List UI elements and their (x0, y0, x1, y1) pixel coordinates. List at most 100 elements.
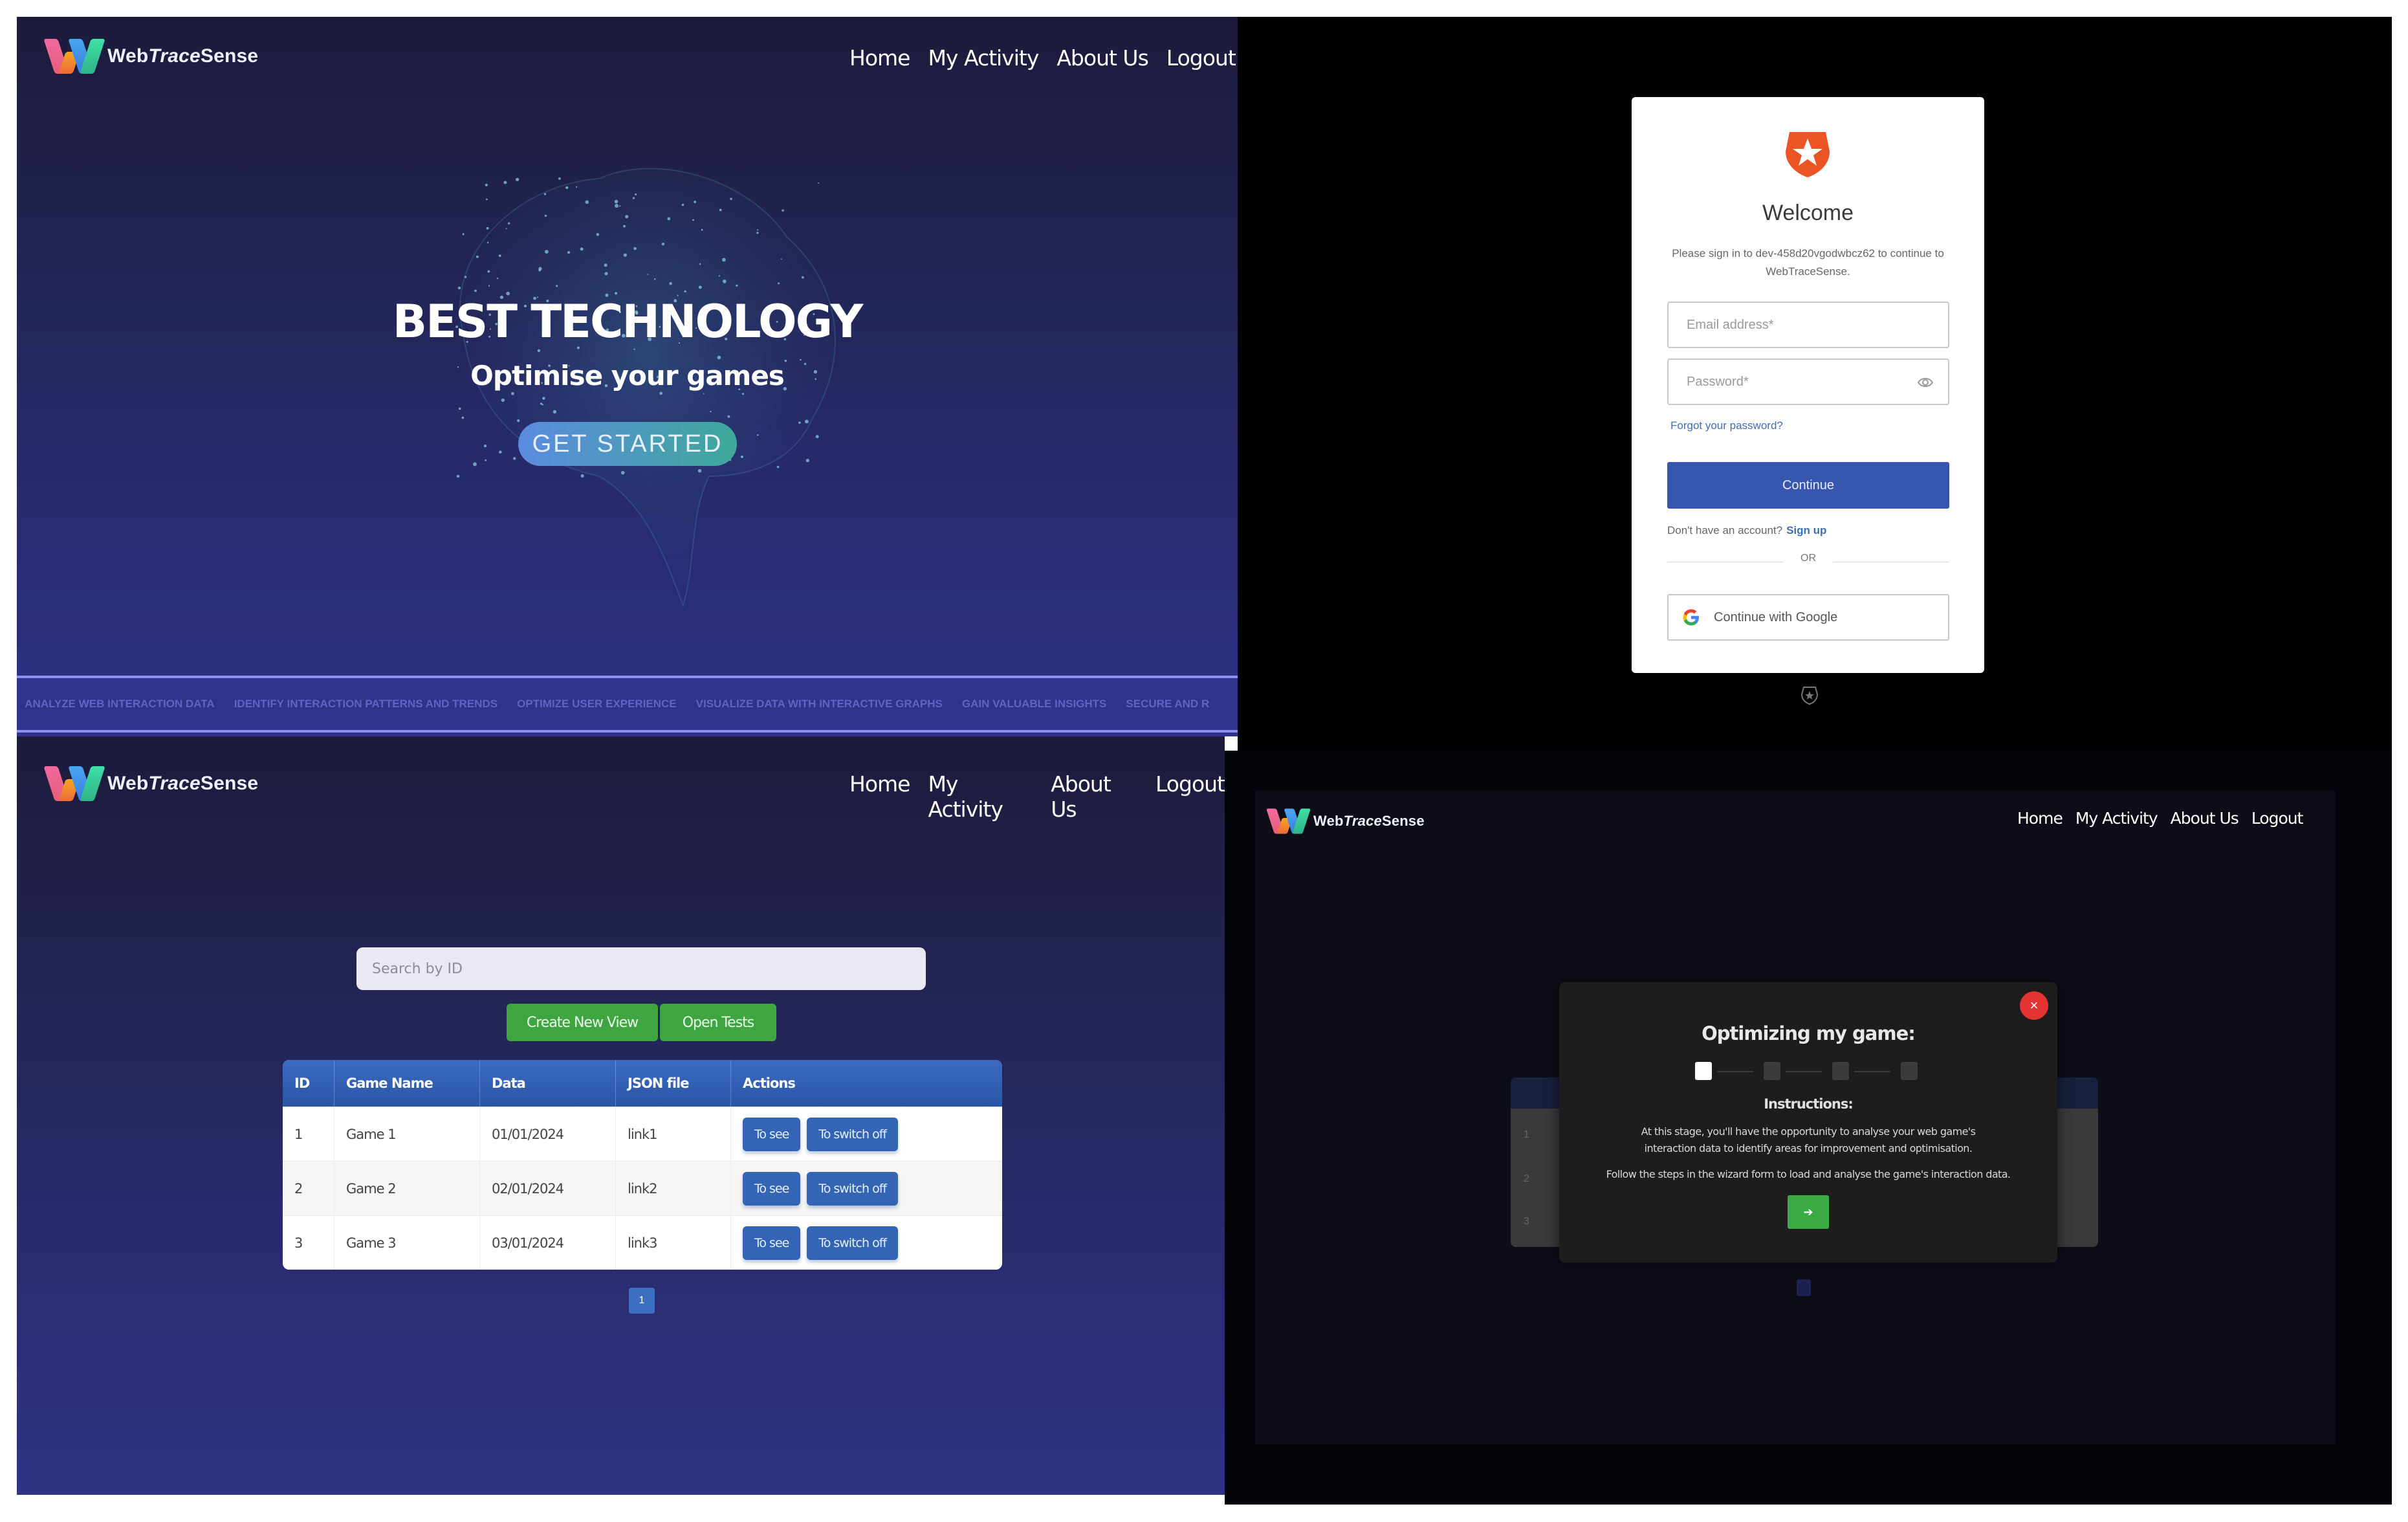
step-connector (1717, 1071, 1753, 1072)
brand-logo[interactable]: WebTraceSense (43, 39, 258, 74)
nav-home[interactable]: Home (849, 45, 910, 71)
instructions-paragraph: Follow the steps in the wizard form to l… (1606, 1168, 2011, 1180)
network-node (473, 462, 477, 467)
password-field[interactable] (1667, 358, 1949, 405)
background-row-id: 2 (1524, 1173, 1529, 1184)
network-node (667, 217, 671, 221)
network-node (604, 263, 607, 267)
network-node (757, 229, 759, 231)
wizard-step-4[interactable] (1901, 1062, 1918, 1080)
network-node (615, 292, 618, 295)
main-nav: Home My Activity About Us Logout (849, 771, 1225, 822)
switch-off-game-button[interactable]: To switch off (807, 1226, 899, 1260)
auth-footer-shield-icon (1801, 687, 1819, 705)
column-header[interactable]: ID (283, 1060, 334, 1107)
network-node (694, 201, 697, 203)
brand-logo[interactable]: WebTraceSense (43, 766, 258, 801)
nav-about-us[interactable]: About Us (1056, 45, 1148, 71)
nav-my-activity[interactable]: My Activity (928, 771, 1033, 822)
nav-logout[interactable]: Logout (1155, 771, 1225, 822)
view-game-button[interactable]: To see (743, 1117, 801, 1151)
cell-game-name: Game 3 (334, 1216, 480, 1270)
nav-my-activity[interactable]: My Activity (2075, 809, 2158, 828)
next-step-button[interactable]: ➔ (1788, 1195, 1829, 1229)
view-game-button[interactable]: To see (743, 1226, 801, 1260)
network-node (701, 228, 703, 231)
column-header[interactable]: JSON file (616, 1060, 731, 1107)
close-modal-button[interactable]: × (2020, 991, 2048, 1020)
signup-prompt: Don't have an account? Sign up (1667, 524, 1826, 537)
search-by-id-input[interactable] (356, 947, 926, 990)
switch-off-game-button[interactable]: To switch off (807, 1117, 899, 1151)
nav-my-activity[interactable]: My Activity (928, 45, 1039, 71)
main-nav: Home My Activity About Us Logout (2017, 809, 2303, 828)
table-header: ID Game Name Data JSON file Actions (283, 1060, 1002, 1107)
network-node (719, 208, 722, 212)
ticker-item: IDENTIFY INTERACTION PATTERNS AND TRENDS (234, 698, 498, 710)
network-node (615, 204, 618, 208)
wizard-step-1[interactable] (1695, 1062, 1712, 1080)
email-input[interactable] (1669, 303, 1948, 347)
forgot-password-link[interactable]: Forgot your password? (1670, 419, 1783, 432)
network-node (540, 403, 542, 405)
email-field[interactable] (1667, 302, 1949, 348)
column-header[interactable]: Data (480, 1060, 616, 1107)
cell-json-link[interactable]: link1 (616, 1107, 731, 1161)
cell-game-name: Game 1 (334, 1107, 480, 1161)
network-node (462, 233, 465, 236)
pagination-page-button[interactable]: 1 (629, 1288, 655, 1314)
nav-home[interactable]: Home (849, 771, 910, 822)
cell-json-link[interactable]: link2 (616, 1162, 731, 1215)
column-header[interactable]: Game Name (334, 1060, 480, 1107)
network-node (457, 286, 461, 290)
network-node (727, 415, 730, 418)
network-node (625, 215, 629, 219)
network-node (576, 186, 578, 188)
nav-about-us[interactable]: About Us (1051, 771, 1137, 822)
switch-off-game-button[interactable]: To switch off (807, 1171, 899, 1206)
network-node (487, 241, 489, 244)
create-new-view-button[interactable]: Create New View (507, 1004, 658, 1041)
logo-icon (43, 766, 105, 801)
cell-actions: To see To switch off (731, 1162, 1002, 1215)
network-node (544, 214, 547, 217)
login-screen: Welcome Please sign in to dev-458d20vgod… (1238, 17, 2392, 751)
network-node (543, 193, 547, 195)
network-node (681, 203, 684, 206)
wizard-screen: WebTraceSense Home My Activity About Us … (1225, 751, 2392, 1505)
cell-json-link[interactable]: link3 (616, 1216, 731, 1270)
network-node (507, 222, 510, 225)
network-node (487, 270, 490, 273)
show-password-eye-icon[interactable] (1917, 375, 1934, 390)
nav-logout[interactable]: Logout (1166, 45, 1236, 71)
network-node (545, 250, 549, 254)
ticker-divider (17, 730, 1238, 733)
wizard-step-2[interactable] (1764, 1062, 1780, 1080)
nav-about-us[interactable]: About Us (2171, 809, 2239, 828)
nav-home[interactable]: Home (2017, 809, 2063, 828)
password-input[interactable] (1669, 360, 1948, 404)
app-window: WebTraceSense Home My Activity About Us … (1255, 791, 2336, 1444)
continue-with-google-button[interactable]: Continue with Google (1667, 594, 1949, 641)
games-screen: WebTraceSense Home My Activity About Us … (17, 736, 1225, 1495)
cell-id: 3 (283, 1216, 334, 1270)
modal-title: Optimizing my game: (1702, 1022, 1916, 1044)
nav-logout[interactable]: Logout (2251, 809, 2304, 828)
network-node (567, 251, 570, 254)
network-node (805, 458, 809, 463)
wizard-step-3[interactable] (1832, 1062, 1849, 1080)
network-node (647, 274, 649, 275)
hero-subtitle: Optimise your games (470, 360, 785, 392)
signup-link[interactable]: Sign up (1786, 524, 1826, 536)
network-node (556, 285, 558, 287)
network-node (619, 205, 621, 207)
network-node (756, 232, 759, 234)
step-connector (1786, 1071, 1822, 1072)
open-tests-button[interactable]: Open Tests (660, 1004, 776, 1041)
home-screen: WebTraceSense Home My Activity About Us … (17, 17, 1238, 736)
get-started-button[interactable]: GET STARTED (518, 422, 737, 466)
continue-button[interactable]: Continue (1667, 462, 1949, 509)
view-game-button[interactable]: To see (743, 1171, 801, 1206)
network-node (805, 419, 809, 424)
brand-logo[interactable]: WebTraceSense (1266, 804, 1425, 839)
